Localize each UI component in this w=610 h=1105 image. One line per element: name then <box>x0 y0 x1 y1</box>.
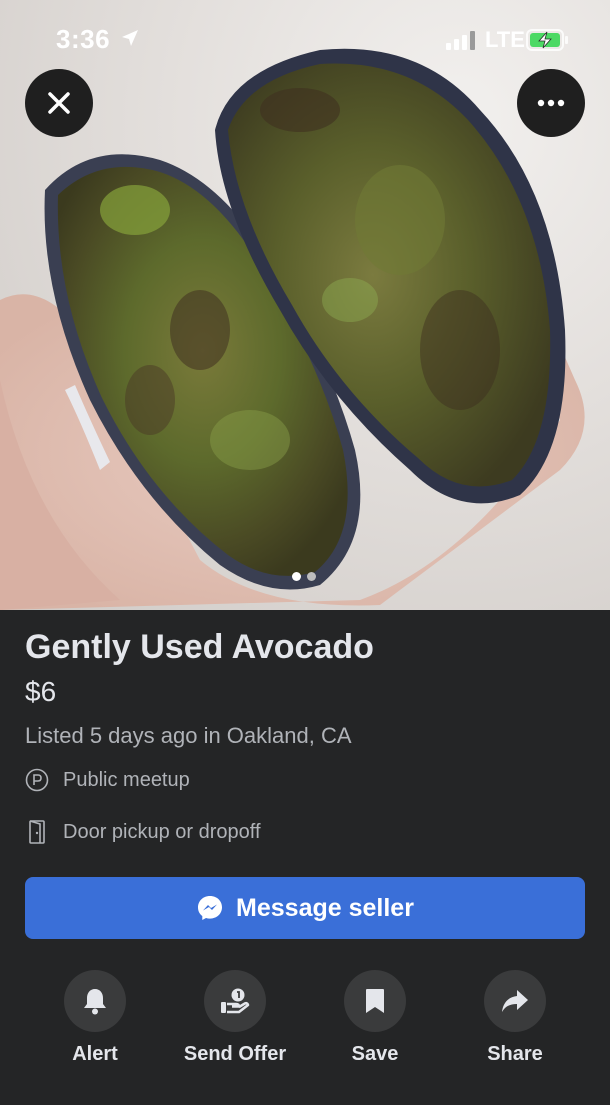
save-button[interactable]: Save <box>305 970 445 1066</box>
alert-label: Alert <box>72 1043 118 1065</box>
bell-icon <box>84 989 106 1015</box>
share-button[interactable]: Share <box>445 970 585 1066</box>
alert-icon-circle <box>64 970 126 1032</box>
send-offer-button[interactable]: Send Offer <box>165 970 305 1066</box>
photo-page-indicator[interactable] <box>292 572 316 581</box>
page-dot <box>307 572 316 581</box>
send-offer-icon-circle <box>204 970 266 1032</box>
alert-button[interactable]: Alert <box>25 970 165 1066</box>
more-options-button[interactable] <box>517 69 585 137</box>
pickup-label: Door pickup or dropoff <box>63 820 261 843</box>
message-seller-button[interactable]: Message seller <box>25 877 585 939</box>
location-arrow-icon <box>120 28 140 53</box>
save-label: Save <box>351 1043 399 1065</box>
listing-price: $6 <box>25 676 57 707</box>
meetup-row: Public meetup <box>25 768 190 792</box>
door-icon <box>29 820 45 844</box>
share-label: Share <box>487 1043 543 1065</box>
close-button[interactable] <box>25 69 93 137</box>
status-time: 3:36 <box>56 24 111 54</box>
meetup-label: Public meetup <box>63 768 190 791</box>
close-icon <box>48 92 70 114</box>
page-dot-active <box>292 572 301 581</box>
message-seller-label: Message seller <box>236 893 414 922</box>
pickup-row: Door pickup or dropoff <box>25 819 261 845</box>
bookmark-icon <box>366 989 384 1013</box>
save-icon-circle <box>344 970 406 1032</box>
parking-icon <box>25 768 49 792</box>
offer-hand-icon <box>221 988 250 1014</box>
status-bar: 3:36 LTE <box>0 0 610 80</box>
share-arrow-icon <box>502 990 528 1012</box>
share-icon-circle <box>484 970 546 1032</box>
send-offer-label: Send Offer <box>183 1043 287 1065</box>
network-label: LTE <box>485 27 525 52</box>
signal-icon <box>446 31 475 50</box>
listing-title: Gently Used Avocado <box>25 628 374 666</box>
listing-date-location: Listed 5 days ago in Oakland, CA <box>25 723 352 748</box>
ellipsis-icon <box>537 99 565 107</box>
messenger-icon <box>198 896 223 920</box>
battery-charging-icon <box>526 29 570 56</box>
